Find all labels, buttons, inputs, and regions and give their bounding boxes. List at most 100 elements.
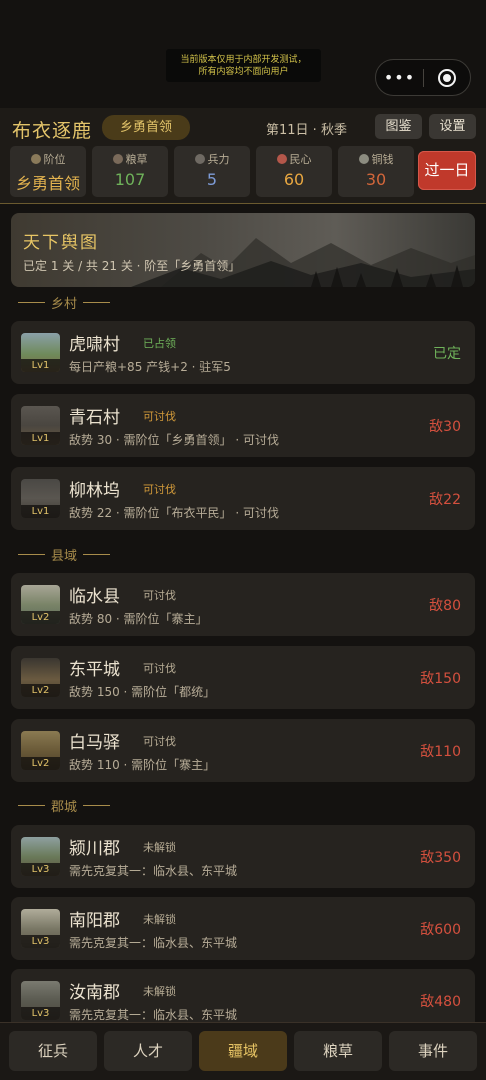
village-thumbnail: Lv1 bbox=[21, 333, 60, 372]
rank-icon bbox=[30, 153, 41, 164]
record-circle-icon bbox=[438, 68, 456, 87]
territory-desc: 敌势 110 · 需阶位「寨主」 bbox=[69, 758, 216, 772]
level-label: Lv1 bbox=[21, 505, 60, 518]
settings-button[interactable]: 设置 bbox=[429, 114, 476, 139]
territory-name: 东平城 bbox=[69, 660, 120, 680]
pass-day-button[interactable]: 过一日 bbox=[418, 151, 476, 190]
level-label: Lv3 bbox=[21, 935, 60, 948]
section-title: 郡城 bbox=[51, 800, 78, 815]
level-label: Lv2 bbox=[21, 684, 60, 697]
territory-card[interactable]: Lv3 颍川郡 未解锁 需先克复其一：临水县、东平城 敌350 bbox=[11, 825, 475, 888]
county-thumbnail: Lv2 bbox=[21, 731, 60, 770]
territory-desc: 敌势 150 · 需阶位「都统」 bbox=[69, 685, 216, 699]
enemy-strength: 敌80 bbox=[429, 598, 461, 614]
enemy-strength: 敌350 bbox=[420, 850, 461, 866]
stat-value: 60 bbox=[283, 170, 305, 189]
status-tag: 已占领 bbox=[143, 337, 176, 350]
section-county: 县域 bbox=[18, 545, 111, 564]
stat-troops: 兵力 5 bbox=[174, 146, 250, 197]
stat-coins: 铜钱 30 bbox=[338, 146, 414, 197]
stat-value: 107 bbox=[114, 170, 146, 189]
grain-icon bbox=[112, 153, 123, 164]
territory-name: 汝南郡 bbox=[69, 983, 120, 1003]
nav-recruit[interactable]: 征兵 bbox=[9, 1031, 97, 1071]
close-miniapp-button[interactable] bbox=[424, 68, 470, 87]
territory-name: 白马驿 bbox=[69, 733, 120, 753]
status-tag: 可讨伐 bbox=[143, 589, 176, 602]
prefecture-thumbnail: Lv3 bbox=[21, 909, 60, 948]
rank-badge: 乡勇首领 bbox=[102, 115, 190, 140]
enemy-strength: 敌30 bbox=[429, 419, 461, 435]
nav-talent[interactable]: 人才 bbox=[104, 1031, 192, 1071]
nav-grain[interactable]: 粮草 bbox=[294, 1031, 382, 1071]
territory-name: 颍川郡 bbox=[69, 839, 120, 859]
level-label: Lv1 bbox=[21, 432, 60, 445]
more-menu-icon[interactable]: ••• bbox=[376, 59, 423, 96]
territory-name: 南阳郡 bbox=[69, 911, 120, 931]
stat-rank: 阶位 乡勇首领 bbox=[10, 146, 86, 197]
territory-name: 柳林坞 bbox=[69, 481, 120, 501]
enemy-strength: 敌22 bbox=[429, 492, 461, 508]
status-tag: 可讨伐 bbox=[143, 662, 176, 675]
level-label: Lv3 bbox=[21, 863, 60, 876]
territory-status: 已定 bbox=[433, 346, 461, 362]
stat-label: 民心 bbox=[289, 152, 312, 166]
miniapp-capsule: ••• bbox=[375, 59, 471, 96]
section-village: 乡村 bbox=[18, 293, 111, 312]
territory-card[interactable]: Lv1 虎啸村 已占领 每日产粮+85 产钱+2 · 驻军5 已定 bbox=[11, 321, 475, 384]
level-label: Lv2 bbox=[21, 611, 60, 624]
prefecture-thumbnail: Lv3 bbox=[21, 981, 60, 1020]
level-label: Lv3 bbox=[21, 1007, 60, 1020]
stat-label: 铜钱 bbox=[371, 152, 394, 166]
territory-card[interactable]: Lv1 青石村 可讨伐 敌势 30 · 需阶位「乡勇首领」 · 可讨伐 敌30 bbox=[11, 394, 475, 457]
territory-desc: 需先克复其一：临水县、东平城 bbox=[69, 936, 238, 950]
map-progress: 已定 1 关 / 共 21 关 · 阶至「乡勇首领」 bbox=[23, 259, 241, 273]
territory-name: 青石村 bbox=[69, 408, 120, 428]
territory-desc: 每日产粮+85 产钱+2 · 驻军5 bbox=[69, 360, 231, 374]
enemy-strength: 敌480 bbox=[420, 994, 461, 1010]
world-map-banner[interactable]: 天下舆图 已定 1 关 / 共 21 关 · 阶至「乡勇首领」 bbox=[11, 213, 475, 287]
prefecture-thumbnail: Lv3 bbox=[21, 837, 60, 876]
territory-desc: 需先克复其一：临水县、东平城 bbox=[69, 864, 238, 878]
territory-card[interactable]: Lv3 南阳郡 未解锁 需先克复其一：临水县、东平城 敌600 bbox=[11, 897, 475, 960]
section-prefecture: 郡城 bbox=[18, 796, 111, 815]
troops-icon bbox=[194, 153, 205, 164]
status-tag: 可讨伐 bbox=[143, 410, 176, 423]
status-tag: 未解锁 bbox=[143, 985, 176, 998]
stat-grain: 粮草 107 bbox=[92, 146, 168, 197]
dev-notice: 当前版本仅用于内部开发测试， 所有内容均不面向用户 bbox=[166, 49, 321, 82]
stat-morale: 民心 60 bbox=[256, 146, 332, 197]
stat-value: 5 bbox=[206, 170, 218, 189]
level-label: Lv1 bbox=[21, 359, 60, 372]
territory-desc: 需先克复其一：临水县、东平城 bbox=[69, 1008, 238, 1022]
map-title: 天下舆图 bbox=[23, 233, 99, 253]
territory-card[interactable]: Lv1 柳林坞 可讨伐 敌势 22 · 需阶位「布衣平民」 · 可讨伐 敌22 bbox=[11, 467, 475, 530]
village-thumbnail: Lv1 bbox=[21, 479, 60, 518]
section-title: 乡村 bbox=[51, 297, 78, 312]
resource-stats: 阶位 乡勇首领 粮草 107 兵力 5 民心 60 铜钱 30 bbox=[10, 146, 414, 197]
nav-territory[interactable]: 疆域 bbox=[199, 1031, 287, 1071]
bottom-nav: 征兵 人才 疆域 粮草 事件 bbox=[0, 1022, 486, 1080]
status-tag: 可讨伐 bbox=[143, 735, 176, 748]
status-tag: 未解锁 bbox=[143, 913, 176, 926]
level-label: Lv2 bbox=[21, 757, 60, 770]
enemy-strength: 敌600 bbox=[420, 922, 461, 938]
county-thumbnail: Lv2 bbox=[21, 658, 60, 697]
county-thumbnail: Lv2 bbox=[21, 585, 60, 624]
territory-name: 虎啸村 bbox=[69, 335, 120, 355]
codex-button[interactable]: 图鉴 bbox=[375, 114, 422, 139]
game-header: 布衣逐鹿 乡勇首领 第11日 · 秋季 图鉴 设置 阶位 乡勇首领 粮草 107… bbox=[0, 108, 486, 204]
territory-desc: 敌势 80 · 需阶位「寨主」 bbox=[69, 612, 208, 626]
status-tag: 未解锁 bbox=[143, 841, 176, 854]
dev-notice-line1: 当前版本仅用于内部开发测试， bbox=[180, 55, 307, 65]
nav-events[interactable]: 事件 bbox=[389, 1031, 477, 1071]
section-title: 县域 bbox=[51, 549, 78, 564]
territory-card[interactable]: Lv2 白马驿 可讨伐 敌势 110 · 需阶位「寨主」 敌110 bbox=[11, 719, 475, 782]
stat-label: 阶位 bbox=[43, 152, 66, 166]
day-season: 第11日 · 秋季 bbox=[266, 123, 347, 138]
stat-label: 粮草 bbox=[125, 152, 148, 166]
enemy-strength: 敌110 bbox=[420, 744, 461, 760]
territory-card[interactable]: Lv2 东平城 可讨伐 敌势 150 · 需阶位「都统」 敌150 bbox=[11, 646, 475, 709]
game-title: 布衣逐鹿 bbox=[12, 120, 93, 142]
territory-card[interactable]: Lv2 临水县 可讨伐 敌势 80 · 需阶位「寨主」 敌80 bbox=[11, 573, 475, 636]
